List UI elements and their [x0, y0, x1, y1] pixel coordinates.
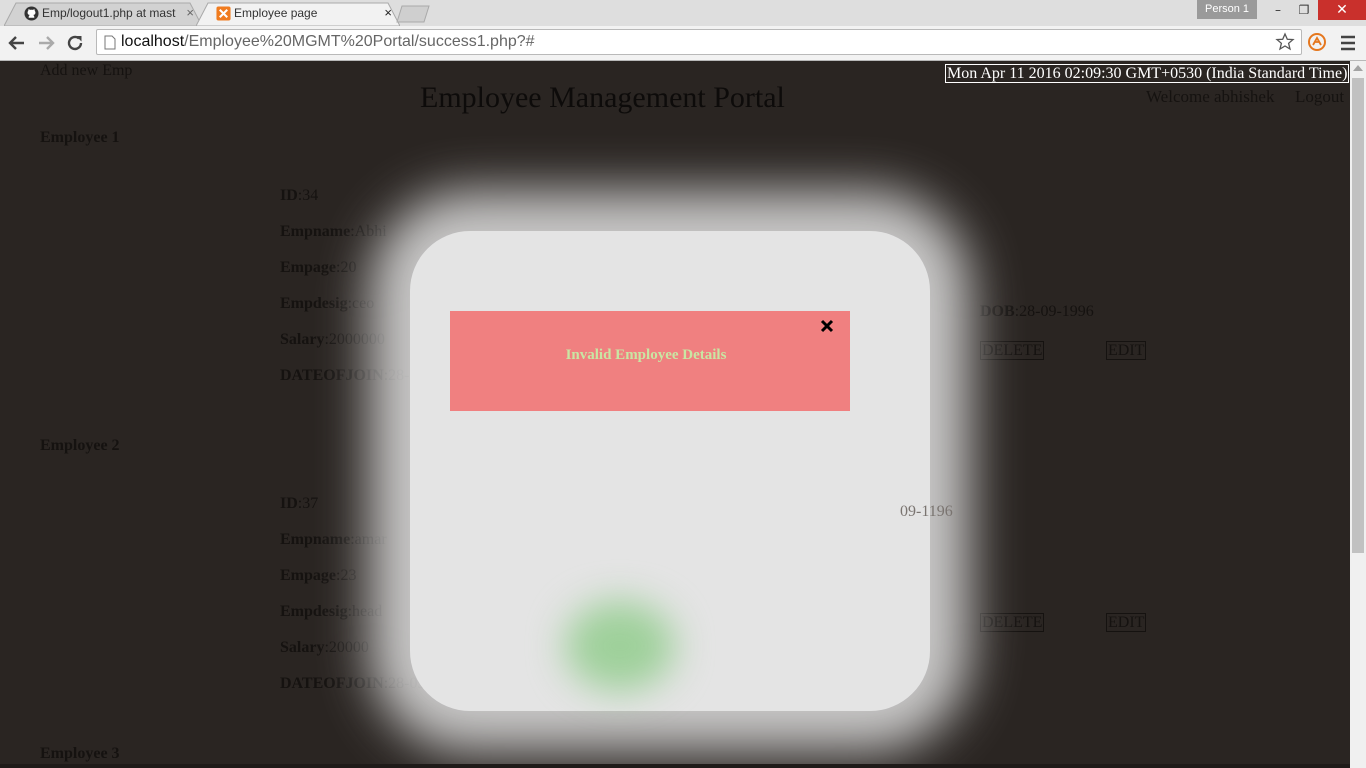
maximize-button[interactable]: ❐: [1291, 0, 1317, 20]
employee-age: Empage:20: [280, 259, 356, 277]
bookmark-star-icon[interactable]: [1275, 32, 1295, 52]
forward-arrow-icon[interactable]: [35, 32, 57, 54]
scrollbar-thumb[interactable]: [1352, 78, 1364, 553]
blurred-green-spot: [565, 601, 675, 691]
vertical-scrollbar[interactable]: [1350, 61, 1366, 768]
field-label: Salary: [280, 639, 325, 656]
tab-title: Employee page: [234, 6, 318, 20]
field-label: Empname: [280, 531, 351, 548]
field-value: :28-09-1996: [1014, 303, 1094, 320]
employee-salary: Salary:20000: [280, 639, 369, 657]
employee-heading: Employee 1: [40, 129, 120, 146]
menu-icon[interactable]: [1338, 33, 1358, 53]
field-value: :amar: [350, 531, 387, 548]
extension-icon[interactable]: [1307, 32, 1327, 52]
browser-toolbar: localhost/Employee%20MGMT%20Portal/succe…: [0, 26, 1366, 61]
employee-heading: Employee 2: [40, 437, 120, 454]
url-path: /Employee%20MGMT%20Portal/success1.php?#: [184, 33, 535, 50]
tab-close-icon[interactable]: ×: [186, 2, 194, 24]
employee-salary: Salary:2000000: [280, 331, 385, 349]
employee-dateofjoin: DATEOFJOIN:28-09-: [280, 367, 431, 385]
modal-message: Invalid Employee Details: [565, 347, 727, 363]
field-value: :ceo: [347, 295, 375, 312]
tab-close-icon[interactable]: ×: [384, 2, 392, 24]
address-bar[interactable]: localhost/Employee%20MGMT%20Portal/succe…: [96, 29, 1302, 55]
url-host: localhost: [121, 33, 185, 50]
new-tab-button[interactable]: [396, 5, 430, 23]
delete-button[interactable]: DELETE: [980, 341, 1045, 360]
logout-link[interactable]: Logout: [1295, 87, 1344, 107]
field-label: Empage: [280, 567, 336, 584]
back-arrow-icon[interactable]: [6, 32, 28, 54]
employee-heading: Employee 3: [40, 745, 120, 762]
close-x-icon[interactable]: [820, 319, 834, 333]
github-icon: [24, 6, 39, 21]
employee-dob: DOB:28-09-1996: [980, 303, 1094, 321]
tab-employee-page[interactable]: Employee page ×: [196, 2, 400, 26]
edit-button[interactable]: EDIT: [1106, 341, 1147, 360]
tab-github[interactable]: Emp/logout1.php at mast ×: [4, 2, 202, 26]
tab-title: Emp/logout1.php at mast: [42, 6, 176, 20]
page-viewport: Add new Emp Mon Apr 11 2016 02:09:30 GMT…: [0, 61, 1350, 768]
field-value: :Abhi: [350, 223, 387, 240]
field-label: Empdesig: [280, 603, 348, 620]
error-modal: Invalid Employee Details: [450, 311, 850, 411]
field-value: :20: [336, 259, 357, 276]
employee-designation: Empdesig:head: [280, 603, 382, 621]
field-label: Empdesig: [280, 295, 348, 312]
page-icon: [104, 35, 116, 50]
field-value: :20000: [324, 639, 369, 656]
add-new-emp-link[interactable]: Add new Emp: [40, 62, 132, 80]
employee-age: Empage:23: [280, 567, 356, 585]
xampp-icon: [216, 6, 231, 21]
field-value: :head: [347, 603, 383, 620]
delete-button[interactable]: DELETE: [980, 613, 1045, 632]
field-label: ID: [280, 187, 298, 204]
employee-id: ID:34: [280, 187, 318, 205]
employee-designation: Empdesig:ceo: [280, 295, 374, 313]
field-label: ID: [280, 495, 298, 512]
minimize-button[interactable]: –: [1265, 0, 1291, 20]
field-value: :2000000: [324, 331, 385, 348]
reload-icon[interactable]: [64, 32, 86, 54]
field-value: :37: [297, 495, 319, 512]
url-text: localhost/Employee%20MGMT%20Portal/succe…: [121, 33, 535, 51]
field-label: Empage: [280, 259, 336, 276]
field-label: DATEOFJOIN: [280, 675, 384, 692]
employee-dob-partial: 09-1196: [900, 503, 953, 520]
employee-name: Empname:Abhi: [280, 223, 387, 241]
employee-name: Empname:amar: [280, 531, 387, 549]
scroll-up-arrow-icon[interactable]: [1353, 65, 1363, 71]
profile-button[interactable]: Person 1: [1197, 0, 1257, 19]
field-label: DATEOFJOIN: [280, 367, 384, 384]
welcome-text: Welcome abhishek: [1146, 87, 1275, 106]
field-value: :23: [336, 567, 357, 584]
employee-id: ID:37: [280, 495, 318, 513]
field-label: Salary: [280, 331, 325, 348]
tab-strip: Emp/logout1.php at mast × Employee page …: [0, 0, 1366, 26]
field-label: DOB: [980, 303, 1015, 320]
field-label: Empname: [280, 223, 351, 240]
datetime-display: Mon Apr 11 2016 02:09:30 GMT+0530 (India…: [945, 64, 1350, 83]
edit-button[interactable]: EDIT: [1106, 613, 1147, 632]
page-title: Employee Management Portal: [420, 81, 785, 114]
field-value: :34: [297, 187, 319, 204]
close-window-button[interactable]: ✕: [1318, 0, 1366, 20]
page-bottom-edge: [0, 764, 1350, 768]
